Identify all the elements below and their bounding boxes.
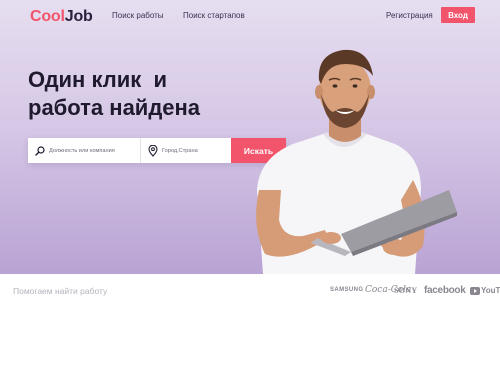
headline-line-1: Один клик и (28, 67, 167, 92)
job-search-input[interactable] (49, 147, 140, 154)
logo-part-job: Job (64, 8, 93, 25)
tagline: Помогаем найти работу (13, 286, 108, 296)
facebook-logo: facebook (424, 285, 466, 296)
youtube-logo: YouTube (470, 286, 500, 295)
location-field (141, 138, 231, 163)
register-link[interactable]: Регистрация (386, 11, 433, 20)
logo-part-cool: Cool (30, 8, 65, 25)
location-input[interactable] (162, 147, 231, 154)
job-search-field (28, 138, 141, 163)
hero-headline: Один клик и работа найдена (28, 66, 258, 122)
login-button[interactable]: Вход (441, 7, 475, 23)
nav-startup-search[interactable]: Поиск стартапов (183, 11, 245, 20)
sony-logo: SONY (394, 286, 418, 295)
hero-person-image (256, 49, 457, 274)
samsung-logo: SAMSUNG (330, 287, 364, 293)
youtube-play-icon (470, 286, 480, 295)
location-pin-icon (148, 144, 158, 157)
headline-line-2: работа найдена (28, 95, 201, 120)
logo[interactable]: CoolJob (30, 8, 93, 26)
search-icon (35, 145, 45, 156)
youtube-logo-text: YouTube (481, 286, 500, 295)
partner-logos: SAMSUNG Coca-Cola SONY facebook YouTube (330, 285, 500, 297)
hero-section: CoolJob Поиск работы Поиск стартапов Рег… (0, 0, 500, 274)
nav-job-search[interactable]: Поиск работы (112, 11, 164, 20)
